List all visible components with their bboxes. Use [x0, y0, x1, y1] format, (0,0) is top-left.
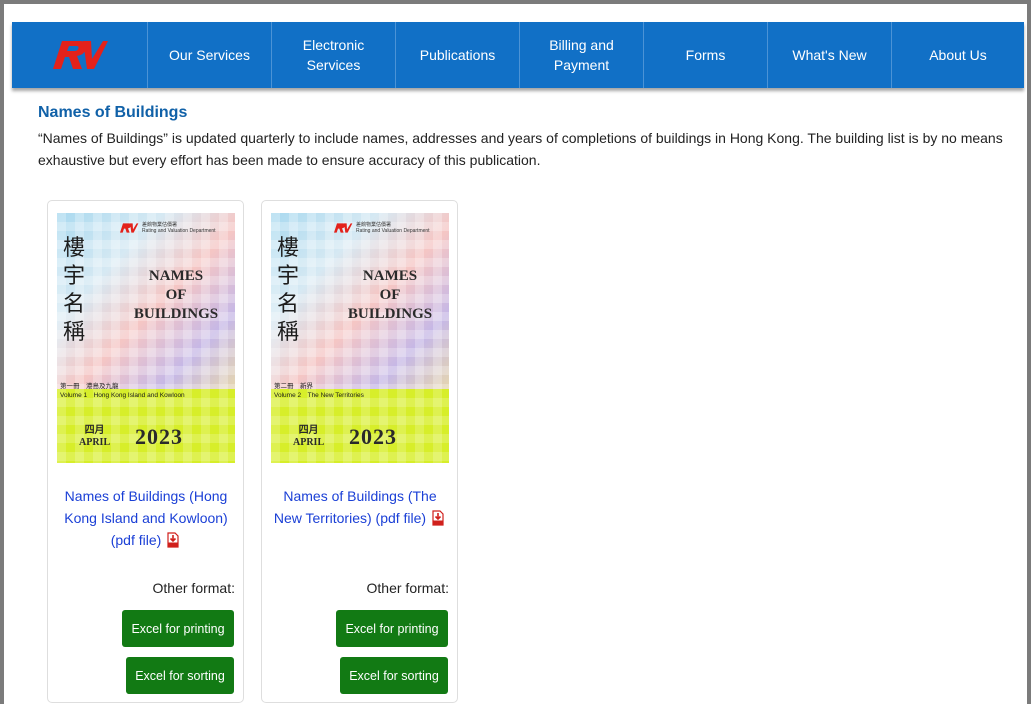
cover-volume-cn: 第一冊 港島及九龍: [60, 383, 119, 390]
book-cover[interactable]: 差餉物業估價署 Rating and Valuation Department …: [57, 213, 235, 463]
cover-title-line-2: OF: [379, 287, 401, 303]
cover-title-line-3: BUILDINGS: [347, 306, 433, 322]
nav-our-services[interactable]: Our Services: [148, 22, 272, 88]
publication-card-new-territories: 差餉物業估價署 Rating and Valuation Department …: [261, 200, 458, 703]
cover-dept-en: Rating and Valuation Department: [142, 228, 216, 234]
cover-volume-cn: 第二冊 新界: [274, 383, 313, 390]
publication-pdf-link[interactable]: Names of Buildings (Hong Kong Island and…: [58, 485, 234, 554]
rv-logo[interactable]: [12, 22, 148, 88]
cover-title-line-1: NAMES: [148, 268, 204, 284]
browser-frame: Our Services Electronic Services Publica…: [0, 0, 1031, 704]
page-intro: “Names of Buildings” is updated quarterl…: [38, 130, 1003, 168]
cover-department: 差餉物業估價署 Rating and Valuation Department: [356, 222, 430, 234]
publication-pdf-link[interactable]: Names of Buildings (The New Territories)…: [272, 485, 448, 532]
cover-month-cn: 四月: [298, 425, 319, 436]
cover-english-title: NAMES OF BUILDINGS: [117, 267, 235, 324]
nav-about-us[interactable]: About Us: [892, 22, 1024, 88]
rv-logo-icon: [52, 41, 108, 69]
publication-link-text[interactable]: Names of Buildings (Hong Kong Island and…: [64, 488, 227, 548]
cover-month: 四月 APRIL: [293, 425, 324, 449]
cover-chinese-title: 樓宇名稱: [277, 236, 300, 345]
nav-forms[interactable]: Forms: [644, 22, 768, 88]
page-title: Names of Buildings: [38, 104, 188, 121]
nav-publications[interactable]: Publications: [396, 22, 520, 88]
other-format-label: Other format:: [366, 580, 449, 596]
excel-sorting-button[interactable]: Excel for sorting: [340, 657, 448, 694]
nav-billing-and-payment[interactable]: Billing and Payment: [520, 22, 644, 88]
cover-volume-en: Volume 1 Hong Kong Island and Kowloon: [60, 392, 185, 399]
cover-year: 2023: [135, 424, 183, 449]
cover-title-line-3: BUILDINGS: [133, 306, 219, 322]
publication-card-hk-kowloon: 差餉物業估價署 Rating and Valuation Department …: [47, 200, 244, 703]
nav-whats-new[interactable]: What's New: [768, 22, 892, 88]
cover-month-en: APRIL: [79, 437, 111, 448]
main-navbar: Our Services Electronic Services Publica…: [12, 22, 1024, 88]
rv-logo-mini-icon: [334, 223, 353, 233]
cover-english-title: NAMES OF BUILDINGS: [331, 267, 449, 324]
cover-title-line-1: NAMES: [362, 268, 418, 284]
excel-printing-button[interactable]: Excel for printing: [122, 610, 234, 647]
pdf-icon[interactable]: [430, 510, 446, 532]
cover-month-en: APRIL: [293, 437, 325, 448]
cover-month-cn: 四月: [84, 425, 105, 436]
excel-sorting-button[interactable]: Excel for sorting: [126, 657, 234, 694]
nav-electronic-services[interactable]: Electronic Services: [272, 22, 396, 88]
cover-title-line-2: OF: [165, 287, 187, 303]
other-format-label: Other format:: [152, 580, 235, 596]
pdf-icon[interactable]: [165, 532, 181, 554]
main-content: Names of Buildings “Names of Buildings” …: [38, 102, 1008, 171]
cover-volume-en: Volume 2 The New Territories: [274, 392, 364, 399]
book-cover[interactable]: 差餉物業估價署 Rating and Valuation Department …: [271, 213, 449, 463]
cover-year: 2023: [349, 424, 397, 449]
cover-department: 差餉物業估價署 Rating and Valuation Department: [142, 222, 216, 234]
excel-printing-button[interactable]: Excel for printing: [336, 610, 448, 647]
publication-link-text[interactable]: Names of Buildings (The New Territories)…: [274, 488, 437, 526]
cover-dept-en: Rating and Valuation Department: [356, 228, 430, 234]
cover-month: 四月 APRIL: [79, 425, 110, 449]
cover-volume: 第二冊 新界 Volume 2 The New Territories: [274, 382, 364, 400]
cover-chinese-title: 樓宇名稱: [63, 236, 86, 345]
rv-logo-mini-icon: [120, 223, 139, 233]
cover-volume: 第一冊 港島及九龍 Volume 1 Hong Kong Island and …: [60, 382, 185, 400]
